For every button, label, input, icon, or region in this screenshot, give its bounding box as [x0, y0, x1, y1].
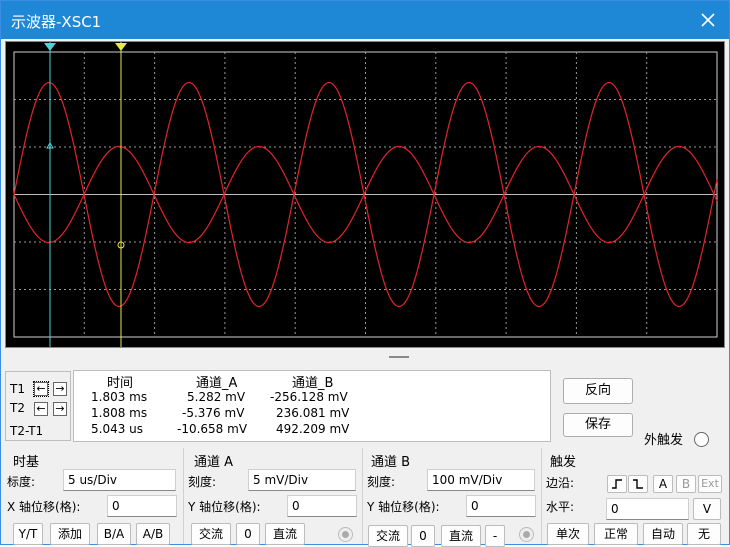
diff-time: 5.043 us: [91, 422, 144, 436]
trigger-source-a[interactable]: A: [653, 475, 673, 493]
cursor-t1-marker-icon: [44, 43, 56, 51]
channel-a-dc-button[interactable]: 直流: [265, 523, 305, 545]
diff-channel-a: -10.658 mV: [177, 422, 248, 436]
channel-b-ac-button[interactable]: 交流: [368, 525, 408, 547]
group-separator: [541, 448, 542, 544]
close-icon: [701, 13, 715, 27]
channel-b-ypos-label: Y 轴位移(格):: [367, 500, 440, 514]
channel-b-title: 通道 B: [371, 455, 411, 470]
diff-channel-b: 492.209 mV: [276, 422, 350, 436]
reverse-button[interactable]: 反向: [563, 378, 633, 404]
x-position-label: X 轴位移(格):: [7, 500, 81, 514]
channel-b-zero-button[interactable]: 0: [411, 525, 435, 547]
t2-left-arrow[interactable]: ←: [34, 402, 48, 416]
trigger-source-ext[interactable]: Ext: [698, 475, 722, 493]
trigger-source-b[interactable]: B: [676, 475, 696, 493]
channel-a-ac-button[interactable]: 交流: [191, 523, 231, 545]
channel-a-scale-field[interactable]: 5 mV/Div: [248, 469, 356, 491]
timebase-title: 时基: [13, 455, 40, 470]
trigger-auto-button[interactable]: 自动: [643, 523, 683, 545]
measurement-readout: 时间 通道_A 通道_B 1.803 ms 5.282 mV -256.128 …: [73, 370, 551, 442]
trigger-normal-button[interactable]: 正常: [594, 523, 638, 545]
channel-b-ypos-field[interactable]: 0: [466, 495, 536, 517]
trigger-title: 触发: [550, 455, 577, 470]
mode-ba-button[interactable]: B/A: [97, 523, 131, 545]
splitter-handle[interactable]: [389, 356, 409, 358]
external-trigger-label: 外触发: [644, 433, 684, 448]
x-position-field[interactable]: 0: [107, 495, 177, 517]
falling-edge-button[interactable]: [628, 475, 648, 493]
diff-label: T2-T1: [10, 424, 44, 438]
mode-yt-button[interactable]: Y/T: [13, 523, 43, 545]
mode-add-button[interactable]: 添加: [50, 523, 90, 545]
waveform-display: [13, 42, 718, 347]
save-button[interactable]: 保存: [563, 413, 633, 437]
channel-b-minus-button[interactable]: -: [485, 525, 505, 547]
title-bar[interactable]: 示波器-XSC1: [1, 1, 729, 39]
close-button[interactable]: [695, 7, 721, 33]
t2-channel-b: 236.081 mV: [276, 406, 350, 420]
channel-b-scale-label: 刻度:: [367, 475, 396, 489]
group-separator: [362, 448, 363, 544]
rising-edge-button[interactable]: [607, 475, 627, 493]
channel-a-ypos-label: Y 轴位移(格):: [188, 500, 261, 514]
rising-edge-icon: [612, 479, 622, 489]
t1-time: 1.803 ms: [91, 390, 148, 404]
trigger-edge-label: 边沿:: [546, 476, 575, 490]
trigger-level-label: 水平:: [546, 500, 575, 514]
trigger-level-unit[interactable]: V: [693, 498, 721, 520]
channel-a-title: 通道 A: [194, 455, 234, 470]
mode-ab-button[interactable]: A/B: [136, 523, 170, 545]
t1-channel-a: 5.282 mV: [187, 390, 246, 404]
channel-a-zero-button[interactable]: 0: [236, 523, 260, 545]
channel-b-radio[interactable]: [519, 527, 534, 542]
channel-b-scale-field[interactable]: 100 mV/Div: [427, 469, 535, 491]
trigger-none-button[interactable]: 无: [687, 523, 721, 545]
t1-left-arrow[interactable]: ←: [33, 381, 49, 397]
falling-edge-icon: [633, 479, 643, 489]
t2-label: T2: [10, 401, 25, 415]
window-title: 示波器-XSC1: [11, 13, 102, 31]
timebase-scale-label: 标度:: [7, 475, 36, 489]
channel-a-scale-label: 刻度:: [188, 475, 217, 489]
cursor-panel: T1 ← → T2 ← → T2-T1: [5, 371, 71, 441]
header-time: 时间: [107, 376, 134, 391]
channel-a-ypos-field[interactable]: 0: [287, 495, 357, 517]
trigger-single-button[interactable]: 单次: [547, 523, 589, 545]
t1-channel-b: -256.128 mV: [270, 390, 348, 404]
t2-right-arrow[interactable]: →: [53, 402, 67, 416]
trigger-level-field[interactable]: 0: [606, 498, 689, 520]
timebase-scale-field[interactable]: 5 us/Div: [63, 469, 176, 491]
channel-b-dc-button[interactable]: 直流: [441, 525, 481, 547]
channel-a-radio[interactable]: [338, 527, 353, 542]
t2-time: 1.808 ms: [91, 406, 148, 420]
group-separator: [183, 448, 184, 544]
t2-channel-a: -5.376 mV: [182, 406, 245, 420]
scope-screen[interactable]: [5, 41, 725, 348]
header-channel-a: 通道_A: [196, 376, 238, 391]
header-channel-b: 通道_B: [292, 376, 334, 391]
external-trigger-radio[interactable]: [694, 432, 709, 447]
oscilloscope-window: 示波器-XSC1 T1 ← → T2 ← → T2-T1 时间 通道_A 通道_…: [0, 0, 730, 547]
cursor-t2-marker-icon: [115, 43, 127, 51]
t1-right-arrow[interactable]: →: [53, 382, 67, 396]
t1-label: T1: [10, 382, 25, 396]
